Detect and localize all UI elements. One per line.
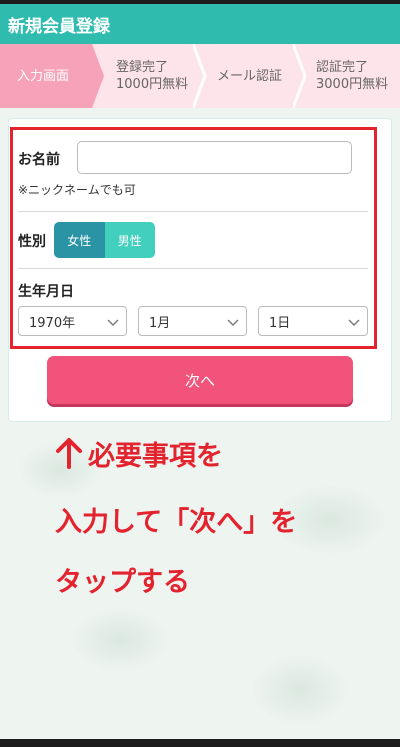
annotation-line-1: 必要事項を bbox=[88, 441, 223, 472]
step-sublabel: 1000円無料 bbox=[116, 77, 189, 92]
step-separator bbox=[293, 44, 307, 108]
name-note: ※ニックネームでも可 bbox=[18, 183, 136, 197]
chevron-down-icon bbox=[107, 319, 119, 326]
birth-month-select[interactable]: 1月 bbox=[138, 306, 247, 336]
gender-female-button[interactable]: 女性 bbox=[54, 222, 105, 258]
divider bbox=[18, 268, 368, 269]
step-label: メール認証 bbox=[217, 68, 283, 84]
app-header: 新規会員登録 bbox=[0, 4, 400, 44]
step-separator bbox=[193, 44, 207, 108]
gender-male-button[interactable]: 男性 bbox=[104, 222, 155, 258]
annotation-line-2: 入力して「次へ」を bbox=[55, 507, 298, 538]
step-email-verification: メール認証 bbox=[217, 44, 282, 108]
arrow-up-icon bbox=[56, 438, 82, 469]
birth-year-select[interactable]: 1970年 bbox=[18, 306, 127, 336]
step-verification-complete: 認証完了 3000円無料 bbox=[316, 44, 388, 108]
annotation-line-3: タップする bbox=[55, 567, 190, 598]
step-input-screen: 入力画面 bbox=[0, 44, 104, 108]
nav-bar-strip bbox=[0, 739, 400, 747]
gender-label: 性別 bbox=[18, 234, 46, 250]
page-title: 新規会員登録 bbox=[8, 16, 110, 37]
name-input[interactable] bbox=[77, 141, 352, 174]
divider bbox=[18, 211, 368, 212]
next-button[interactable]: 次へ bbox=[47, 356, 353, 404]
step-label: 登録完了 bbox=[116, 60, 169, 75]
select-value: 1月 bbox=[149, 315, 171, 331]
step-sublabel: 3000円無料 bbox=[316, 77, 389, 92]
chevron-down-icon bbox=[348, 319, 360, 326]
name-label: お名前 bbox=[18, 152, 60, 168]
chevron-down-icon bbox=[227, 319, 239, 326]
select-value: 1970年 bbox=[29, 315, 76, 331]
birthdate-label: 生年月日 bbox=[18, 284, 74, 300]
select-value: 1日 bbox=[269, 315, 291, 331]
gender-toggle: 女性 男性 bbox=[54, 222, 155, 258]
progress-steps: 入力画面 登録完了 1000円無料 メール認証 認証完了 3000円無料 bbox=[0, 44, 400, 108]
step-registration-complete: 登録完了 1000円無料 bbox=[116, 44, 188, 108]
birth-day-select[interactable]: 1日 bbox=[258, 306, 368, 336]
step-label: 認証完了 bbox=[316, 60, 369, 75]
step-label: 入力画面 bbox=[17, 68, 70, 84]
